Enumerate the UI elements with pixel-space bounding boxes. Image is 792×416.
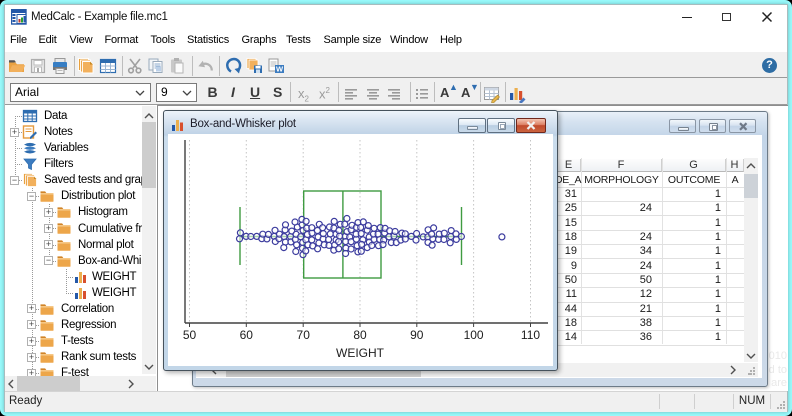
svg-text:70: 70 [297, 328, 311, 342]
svg-text:90: 90 [410, 328, 424, 342]
svg-text:110: 110 [521, 328, 540, 342]
svg-text:50: 50 [183, 328, 197, 342]
svg-text:WEIGHT: WEIGHT [336, 346, 385, 360]
svg-text:100: 100 [464, 328, 484, 342]
svg-text:60: 60 [240, 328, 254, 342]
svg-text:80: 80 [353, 328, 367, 342]
svg-text:W: W [276, 65, 284, 74]
